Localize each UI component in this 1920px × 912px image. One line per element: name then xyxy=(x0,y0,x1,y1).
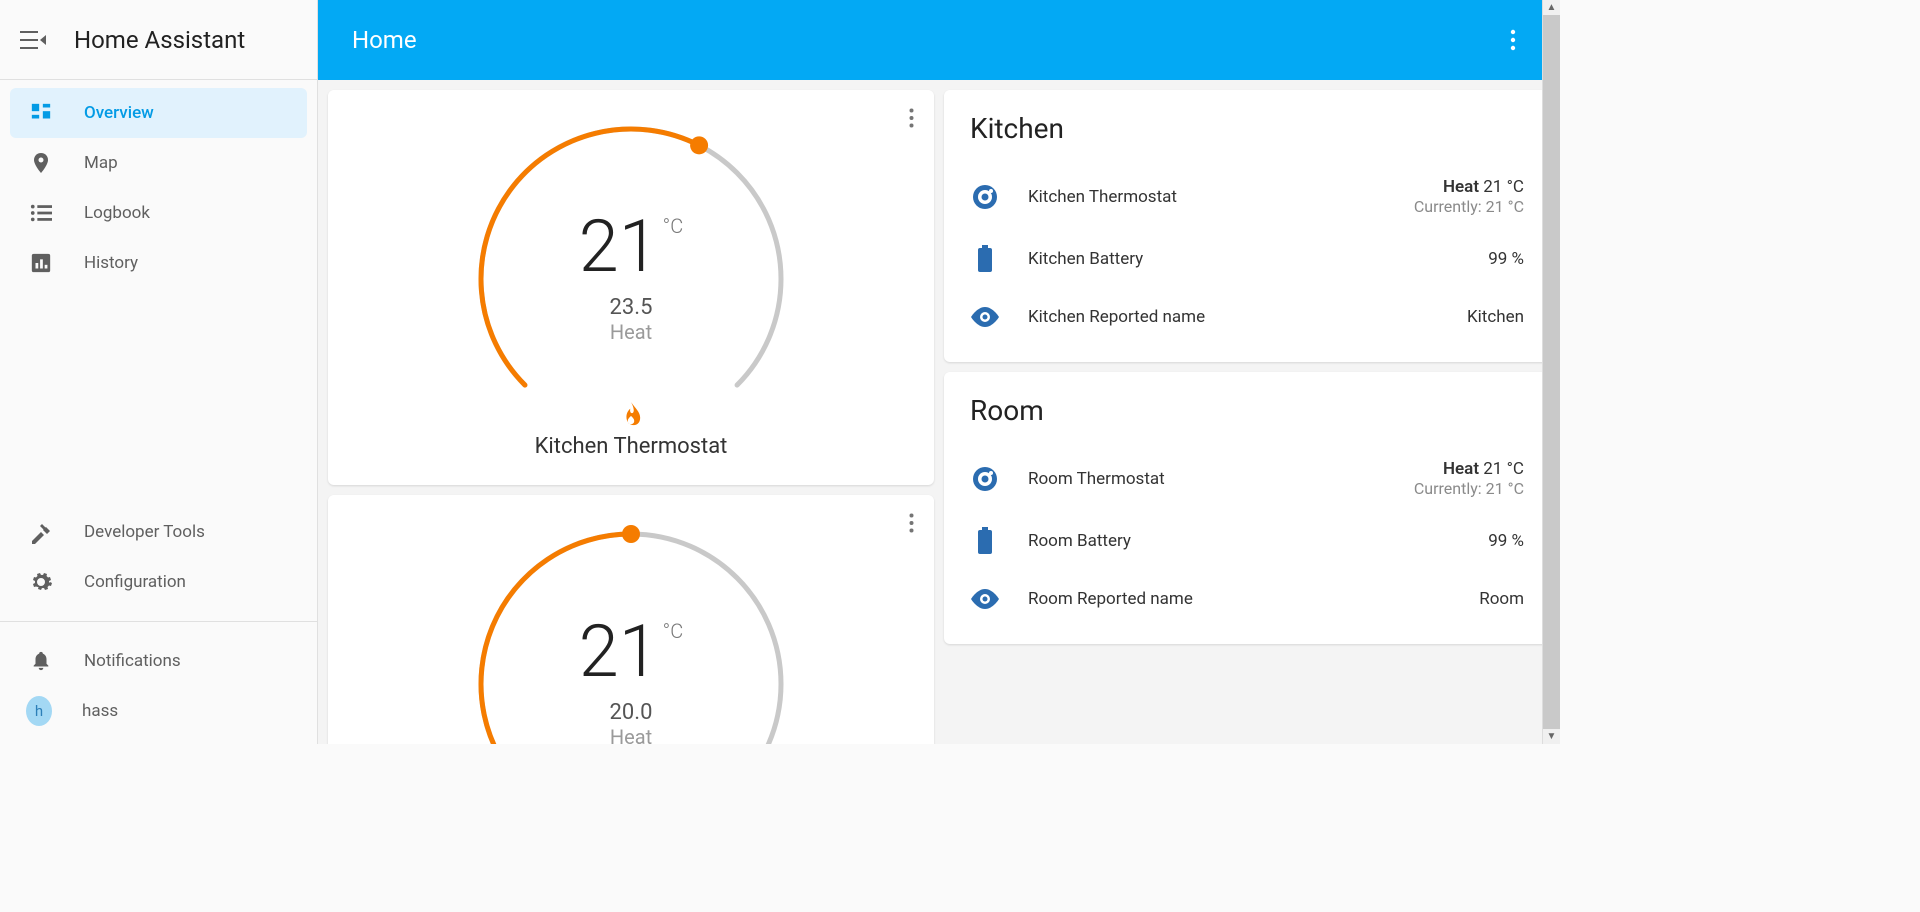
sidebar-item-label: hass xyxy=(82,701,118,721)
sidebar-item-label: Logbook xyxy=(84,203,150,223)
entities-card-title: Room xyxy=(970,394,1524,427)
sidebar: Home Assistant Overview Map Logbook xyxy=(0,0,318,744)
divider xyxy=(0,621,317,622)
history-icon xyxy=(28,250,54,276)
user-avatar: h xyxy=(26,696,52,726)
current-temperature: 20.0 xyxy=(456,700,806,725)
window-scrollbar[interactable]: ▲ ▼ xyxy=(1542,0,1560,744)
entities-card-title: Kitchen xyxy=(970,112,1524,145)
card-more-button[interactable] xyxy=(903,507,920,539)
eye-icon xyxy=(970,302,1000,332)
thermostat-gauge[interactable]: 21°C 23.5 Heat xyxy=(456,114,806,394)
thermostat-gauge[interactable]: 21°C 20.0 Heat xyxy=(456,519,806,744)
gauge-center: 21°C 23.5 Heat xyxy=(456,204,806,344)
column-right: Kitchen Kitchen Thermostat Heat 21 °C Cu… xyxy=(944,90,1550,734)
thermostat-card: 21°C 20.0 Heat Room Thermostat xyxy=(328,495,934,744)
logbook-icon xyxy=(28,200,54,226)
thermostat-card: 21°C 23.5 Heat Kitchen Thermostat xyxy=(328,90,934,485)
sidebar-item-label: History xyxy=(84,253,138,273)
dashboard-icon xyxy=(28,100,54,126)
sidebar-item-overview[interactable]: Overview xyxy=(10,88,307,138)
scroll-thumb[interactable] xyxy=(1543,15,1560,729)
map-icon xyxy=(28,150,54,176)
entity-row[interactable]: Kitchen Reported name Kitchen xyxy=(970,288,1524,346)
sidebar-item-label: Map xyxy=(84,153,118,173)
entity-value: Heat 21 °C Currently: 21 °C xyxy=(1414,459,1524,498)
fire-icon xyxy=(620,402,642,428)
sidebar-item-map[interactable]: Map xyxy=(10,138,307,188)
thermostat-icon xyxy=(970,182,1000,212)
menu-collapse-icon[interactable] xyxy=(20,30,46,50)
entity-name: Room Thermostat xyxy=(1028,469,1414,489)
sidebar-item-developer-tools[interactable]: Developer Tools xyxy=(10,507,307,557)
eye-icon xyxy=(970,584,1000,614)
sidebar-item-history[interactable]: History xyxy=(10,238,307,288)
page-title: Home xyxy=(352,26,417,54)
entity-row[interactable]: Room Thermostat Heat 21 °C Currently: 21… xyxy=(970,445,1524,512)
user-initial: h xyxy=(35,702,43,720)
sidebar-item-label: Notifications xyxy=(84,651,181,671)
card-more-button[interactable] xyxy=(903,102,920,134)
sidebar-item-notifications[interactable]: Notifications xyxy=(10,636,307,686)
sidebar-spacer xyxy=(0,296,317,499)
entity-row[interactable]: Kitchen Thermostat Heat 21 °C Currently:… xyxy=(970,163,1524,230)
main-area: Home 21°C 23.5 Heat Kitchen Thermostat xyxy=(318,0,1560,744)
sidebar-item-label: Overview xyxy=(84,103,154,123)
current-temperature: 23.5 xyxy=(456,295,806,320)
entity-value: Heat 21 °C Currently: 21 °C xyxy=(1414,177,1524,216)
scroll-up-arrow[interactable]: ▲ xyxy=(1547,0,1557,15)
entity-name: Kitchen Thermostat xyxy=(1028,187,1414,207)
battery-icon xyxy=(970,244,1000,274)
entity-row[interactable]: Room Reported name Room xyxy=(970,570,1524,628)
hammer-icon xyxy=(28,519,54,545)
sidebar-item-user[interactable]: h hass xyxy=(10,686,307,736)
thermostat-icon xyxy=(970,464,1000,494)
sidebar-nav-tools: Developer Tools Configuration xyxy=(0,499,317,615)
sidebar-header: Home Assistant xyxy=(0,0,317,80)
entity-row[interactable]: Room Battery 99 % xyxy=(970,512,1524,570)
scroll-down-arrow[interactable]: ▼ xyxy=(1547,729,1557,744)
hvac-mode: Heat xyxy=(456,725,806,744)
battery-icon xyxy=(970,526,1000,556)
avatar-icon: h xyxy=(26,696,52,726)
bell-icon xyxy=(28,648,54,674)
entities-card: Kitchen Kitchen Thermostat Heat 21 °C Cu… xyxy=(944,90,1550,362)
app-title: Home Assistant xyxy=(74,26,245,54)
sidebar-item-label: Configuration xyxy=(84,572,186,592)
entity-name: Kitchen Reported name xyxy=(1028,307,1467,327)
entity-row[interactable]: Kitchen Battery 99 % xyxy=(970,230,1524,288)
entity-value: Kitchen xyxy=(1467,307,1524,327)
topbar: Home xyxy=(318,0,1560,80)
sidebar-item-label: Developer Tools xyxy=(84,522,205,542)
app-root: Home Assistant Overview Map Logbook xyxy=(0,0,1560,744)
dashboard-content: 21°C 23.5 Heat Kitchen Thermostat 21°C 2… xyxy=(318,80,1560,744)
sidebar-nav-bottom: Notifications h hass xyxy=(0,628,317,744)
entities-card: Room Room Thermostat Heat 21 °C Currentl… xyxy=(944,372,1550,644)
entity-name: Room Battery xyxy=(1028,531,1488,551)
target-temperature: 21°C xyxy=(579,609,683,694)
sidebar-item-configuration[interactable]: Configuration xyxy=(10,557,307,607)
gauge-center: 21°C 20.0 Heat xyxy=(456,609,806,744)
sidebar-nav-top: Overview Map Logbook History xyxy=(0,80,317,296)
entity-value: Room xyxy=(1479,589,1524,609)
thermostat-name: Kitchen Thermostat xyxy=(535,434,728,459)
hvac-mode: Heat xyxy=(456,320,806,344)
sidebar-item-logbook[interactable]: Logbook xyxy=(10,188,307,238)
entity-value: 99 % xyxy=(1488,249,1524,269)
entity-name: Kitchen Battery xyxy=(1028,249,1488,269)
target-temperature: 21°C xyxy=(579,204,683,289)
topbar-more-button[interactable] xyxy=(1500,19,1526,61)
entity-name: Room Reported name xyxy=(1028,589,1479,609)
column-left: 21°C 23.5 Heat Kitchen Thermostat 21°C 2… xyxy=(328,90,934,734)
gear-icon xyxy=(28,569,54,595)
entity-value: 99 % xyxy=(1488,531,1524,551)
